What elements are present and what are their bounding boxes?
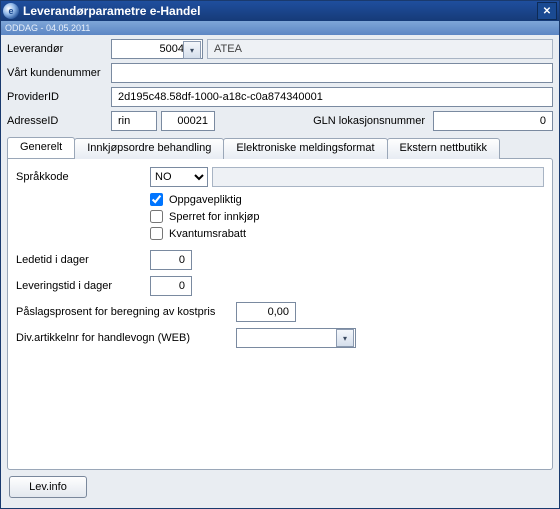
label-kvantumsrabatt: Kvantumsrabatt (169, 228, 246, 240)
window-title: Leverandørparametre e-Handel (23, 4, 200, 18)
leveringstid-input[interactable] (150, 276, 192, 296)
gln-input[interactable] (433, 111, 553, 131)
header-form: Leverandør 5004 ▾ ATEA Vårt kundenummer … (1, 35, 559, 133)
lev-info-button[interactable]: Lev.info (9, 476, 87, 498)
app-icon: e (3, 3, 19, 19)
paslag-input[interactable] (236, 302, 296, 322)
vart-kundenr-input[interactable] (111, 63, 553, 83)
chk-kvantumsrabatt[interactable] (150, 227, 163, 240)
ledetid-input[interactable] (150, 250, 192, 270)
chk-sperret[interactable] (150, 210, 163, 223)
label-leveringstid: Leveringstid i dager (16, 280, 150, 292)
tab-panel-generelt: Språkkode NO Oppgavepliktig Sperret for … (7, 158, 553, 470)
sprakkode-select[interactable]: NO (150, 167, 208, 187)
label-providerid: ProviderID (7, 91, 107, 103)
leverandor-id-value: 5004 (160, 43, 184, 55)
adresse-code-input[interactable] (111, 111, 157, 131)
adresse-nr-input[interactable] (161, 111, 215, 131)
chevron-down-icon[interactable]: ▾ (183, 41, 201, 59)
label-divart: Div.artikkelnr for handlevogn (WEB) (16, 332, 236, 344)
label-gln: GLN lokasjonsnummer (313, 115, 425, 127)
leverandor-id-combo[interactable]: 5004 ▾ (111, 39, 203, 59)
label-adresseid: AdresseID (7, 115, 107, 127)
context-bar: ODDAG - 04.05.2011 (1, 21, 559, 35)
chevron-down-icon[interactable]: ▾ (336, 329, 354, 347)
label-oppgavepliktig: Oppgavepliktig (169, 194, 242, 206)
window-root: e Leverandørparametre e-Handel ✕ ODDAG -… (0, 0, 560, 509)
label-ledetid: Ledetid i dager (16, 254, 150, 266)
label-vart-kundenr: Vårt kundenummer (7, 67, 107, 79)
sprakkode-desc (212, 167, 544, 187)
close-icon[interactable]: ✕ (537, 2, 557, 20)
label-paslag: Påslagsprosent for beregning av kostpris (16, 306, 236, 318)
tab-ekstern-nettbutikk[interactable]: Ekstern nettbutikk (387, 138, 500, 159)
leverandor-name: ATEA (207, 39, 553, 59)
label-sprakkode: Språkkode (16, 171, 150, 183)
providerid-input[interactable] (111, 87, 553, 107)
label-sperret: Sperret for innkjøp (169, 211, 259, 223)
footer: Lev.info (1, 470, 559, 508)
divart-combo[interactable]: ▾ (236, 328, 356, 348)
chk-oppgavepliktig[interactable] (150, 193, 163, 206)
label-leverandor: Leverandør (7, 43, 107, 55)
tab-innkjopsordre[interactable]: Innkjøpsordre behandling (74, 138, 224, 159)
titlebar: e Leverandørparametre e-Handel ✕ (1, 1, 559, 21)
tabs-container: Generelt Innkjøpsordre behandling Elektr… (7, 137, 553, 470)
tab-generelt[interactable]: Generelt (7, 137, 75, 158)
tab-meldingsformat[interactable]: Elektroniske meldingsformat (223, 138, 387, 159)
